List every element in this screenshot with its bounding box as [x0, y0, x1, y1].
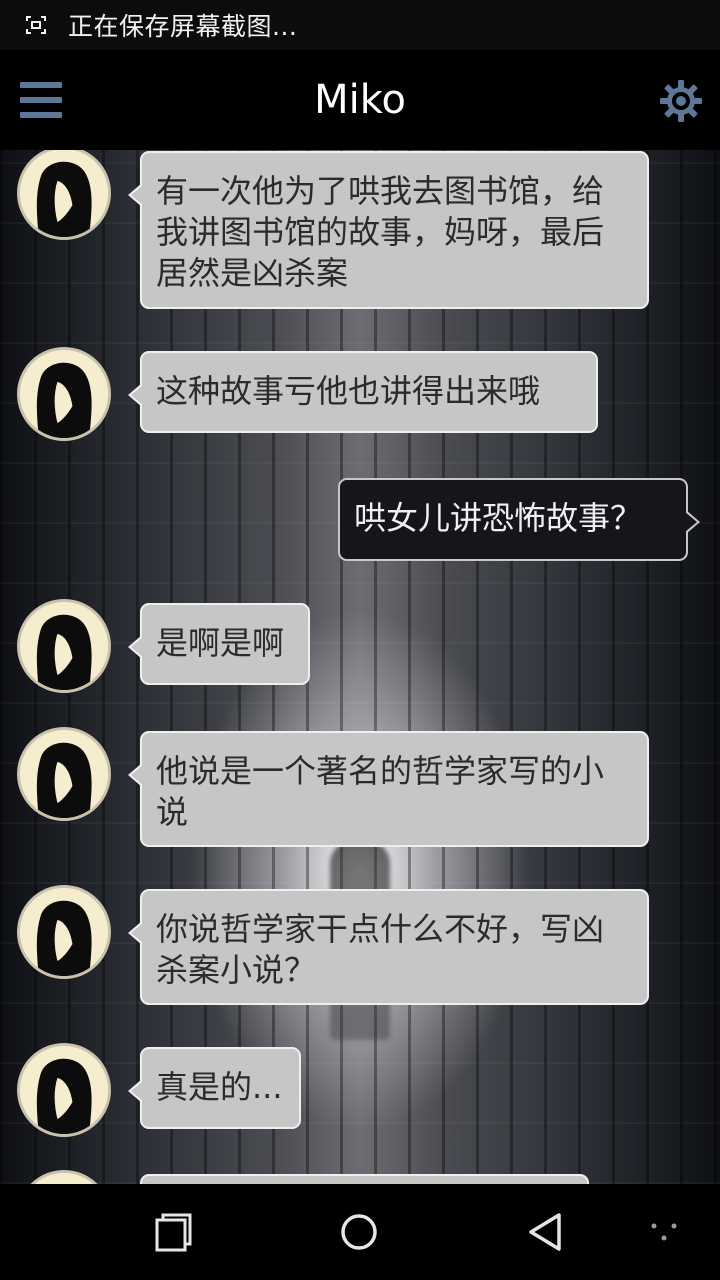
miko-avatar[interactable]: [17, 150, 111, 240]
my-message-bubble: 哄女儿讲恐怖故事？: [338, 478, 700, 561]
app-bar: Miko: [0, 50, 720, 150]
miko-avatar[interactable]: [17, 347, 111, 441]
message-bubble: 他说是一个著名的哲学家写的小说: [128, 731, 649, 847]
chat-area[interactable]: 有一次他为了哄我去图书馆，给我讲图书馆的故事，妈呀，最后居然是凶杀案 这种故事亏…: [0, 150, 720, 1184]
back-icon[interactable]: [515, 1202, 575, 1262]
miko-avatar[interactable]: [17, 599, 111, 693]
miko-avatar[interactable]: [17, 885, 111, 979]
message-bubble: 真是的...: [128, 1047, 301, 1129]
screenshot-icon: [24, 13, 48, 37]
status-bar: 正在保存屏幕截图...: [0, 0, 720, 50]
message-bubble: [140, 1174, 589, 1184]
hamburger-menu-icon[interactable]: [20, 80, 64, 120]
gear-icon[interactable]: [658, 78, 704, 124]
system-nav-bar: [0, 1184, 720, 1280]
status-text: 正在保存屏幕截图...: [68, 12, 298, 41]
miko-avatar[interactable]: [17, 1043, 111, 1137]
miko-avatar[interactable]: [17, 727, 111, 821]
chat-title: Miko: [314, 77, 406, 123]
message-bubble: 你说哲学家干点什么不好，写凶杀案小说？: [128, 889, 649, 1005]
message-bubble: 这种故事亏他也讲得出来哦: [128, 351, 598, 433]
message-bubble: 是啊是啊: [128, 603, 310, 685]
message-bubble: 有一次他为了哄我去图书馆，给我讲图书馆的故事，妈呀，最后居然是凶杀案: [128, 151, 649, 309]
recents-icon[interactable]: [143, 1202, 203, 1262]
home-icon[interactable]: [329, 1202, 389, 1262]
dots-icon[interactable]: [634, 1202, 694, 1262]
